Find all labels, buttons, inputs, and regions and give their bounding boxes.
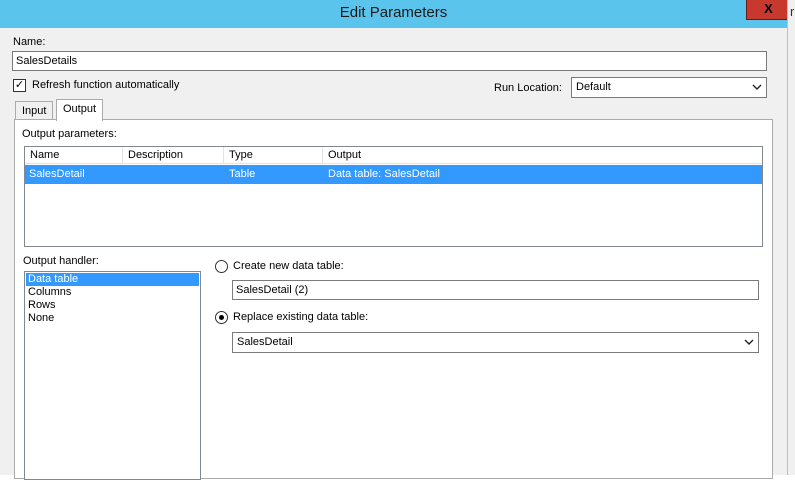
output-parameters-label: Output parameters: <box>22 128 117 140</box>
run-location-value: Default <box>576 81 611 93</box>
window-title: Edit Parameters <box>339 4 448 21</box>
dialog-body: Name: SalesDetails ✓ Refresh function au… <box>0 28 787 480</box>
list-item-none[interactable]: None <box>26 312 199 325</box>
column-header-output[interactable]: Output <box>323 147 762 164</box>
background-window-edge: r <box>787 0 795 475</box>
output-tab-panel: Output parameters: Name Description Type… <box>14 119 773 480</box>
new-table-name-value: SalesDetail (2) <box>236 284 309 296</box>
row-name-cell: SalesDetail <box>29 168 85 180</box>
column-header-output-label: Output <box>328 149 362 161</box>
chevron-down-icon <box>744 335 754 353</box>
close-button[interactable]: X <box>746 0 791 20</box>
column-header-name[interactable]: Name <box>25 147 123 164</box>
list-item-data-table[interactable]: Data table <box>26 273 199 286</box>
name-label: Name: <box>13 36 46 48</box>
row-type-cell: Table <box>229 168 256 180</box>
create-new-label: Create new data table: <box>233 260 344 272</box>
list-item-columns[interactable]: Columns <box>26 286 199 299</box>
replace-existing-label: Replace existing data table: <box>233 311 369 323</box>
tab-output-label: Output <box>63 103 97 115</box>
existing-table-select[interactable]: SalesDetail <box>232 332 759 353</box>
tab-input-label: Input <box>22 105 47 117</box>
run-location-label: Run Location: <box>494 82 562 94</box>
new-table-name-input[interactable]: SalesDetail (2) <box>232 280 759 300</box>
table-row[interactable]: SalesDetail Table Data table: SalesDetai… <box>25 165 762 184</box>
run-location-select[interactable]: Default <box>571 77 767 98</box>
existing-table-value: SalesDetail <box>237 336 293 348</box>
title-bar: Edit Parameters <box>0 0 787 28</box>
background-window-text: r <box>790 4 795 19</box>
column-header-name-label: Name <box>30 149 60 161</box>
column-header-description-label: Description <box>128 149 184 161</box>
row-output-cell: Data table: SalesDetail <box>328 168 440 180</box>
replace-existing-radio[interactable] <box>215 311 228 324</box>
column-header-type[interactable]: Type <box>224 147 323 164</box>
column-header-type-label: Type <box>229 149 253 161</box>
list-header: Name Description Type Output <box>25 147 762 164</box>
output-handler-label: Output handler: <box>23 255 99 267</box>
output-handler-list[interactable]: Data table Columns Rows None <box>24 271 201 480</box>
output-parameters-list[interactable]: Name Description Type Output SalesDetail… <box>24 146 763 247</box>
tab-input[interactable]: Input <box>15 101 54 121</box>
radio-selected-dot <box>219 315 224 320</box>
create-new-radio[interactable] <box>215 260 228 273</box>
chevron-down-icon <box>752 80 762 98</box>
column-header-description[interactable]: Description <box>123 147 224 164</box>
name-input[interactable]: SalesDetails <box>12 51 767 71</box>
tab-output[interactable]: Output <box>56 99 104 121</box>
refresh-checkbox[interactable]: ✓ <box>13 79 26 92</box>
list-item-rows[interactable]: Rows <box>26 299 199 312</box>
close-icon: X <box>764 1 773 16</box>
checkmark-icon: ✓ <box>14 79 25 91</box>
name-input-value: SalesDetails <box>16 55 78 67</box>
refresh-label: Refresh function automatically <box>32 79 180 91</box>
